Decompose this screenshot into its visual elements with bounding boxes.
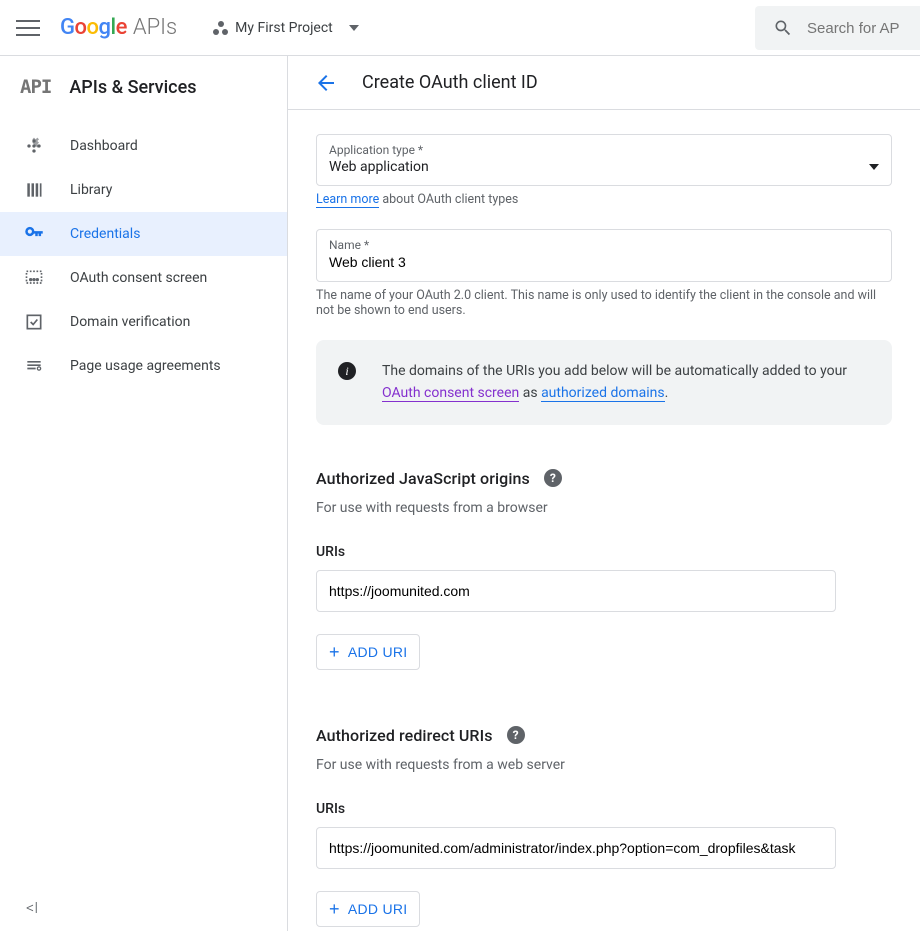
add-redirect-uri-button[interactable]: + ADD URI xyxy=(316,891,420,927)
learn-more-suffix: about OAuth client types xyxy=(379,192,518,207)
app-type-help: Learn more about OAuth client types xyxy=(316,192,892,207)
name-label: Name * xyxy=(329,238,879,252)
chevron-down-icon xyxy=(349,25,359,31)
dashboard-icon xyxy=(22,134,46,158)
sidebar-item-label: Library xyxy=(70,182,112,198)
hamburger-icon[interactable] xyxy=(16,16,40,40)
sidebar-item-label: Page usage agreements xyxy=(70,358,221,374)
sidebar-item-label: Dashboard xyxy=(70,138,138,154)
name-field[interactable]: Name * xyxy=(316,229,892,282)
add-uri-label: ADD URI xyxy=(348,644,408,660)
check-icon xyxy=(22,310,46,334)
key-icon xyxy=(22,222,46,246)
redirect-uris-section: Authorized redirect URIs ? For use with … xyxy=(316,726,892,927)
back-arrow-icon[interactable] xyxy=(314,71,338,95)
project-dots-icon xyxy=(209,19,227,37)
sidebar-item-label: OAuth consent screen xyxy=(70,270,207,286)
js-origins-title: Authorized JavaScript origins xyxy=(316,469,530,488)
name-input[interactable] xyxy=(329,254,879,270)
help-icon[interactable]: ? xyxy=(544,469,562,487)
sidebar-item-page-usage[interactable]: Page usage agreements xyxy=(0,344,287,388)
sidebar-item-dashboard[interactable]: Dashboard xyxy=(0,124,287,168)
name-help: The name of your OAuth 2.0 client. This … xyxy=(316,288,892,318)
info-mid: as xyxy=(519,385,541,401)
collapse-sidebar-button[interactable]: <I xyxy=(0,884,287,931)
search-input[interactable] xyxy=(807,20,907,37)
main-content: Create OAuth client ID Application type … xyxy=(288,56,920,931)
oauth-consent-link[interactable]: OAuth consent screen xyxy=(382,385,519,402)
google-logo-text: Google xyxy=(60,15,127,40)
info-box: i The domains of the URIs you add below … xyxy=(316,340,892,425)
add-js-uri-button[interactable]: + ADD URI xyxy=(316,634,420,670)
page-title: Create OAuth client ID xyxy=(362,72,538,93)
uris-label: URIs xyxy=(316,801,892,817)
sidebar-item-domain-verification[interactable]: Domain verification xyxy=(0,300,287,344)
info-prefix: The domains of the URIs you add below wi… xyxy=(382,363,847,379)
redirect-uris-title: Authorized redirect URIs xyxy=(316,726,493,745)
application-type-value: Web application xyxy=(329,159,429,175)
authorized-domains-link[interactable]: authorized domains xyxy=(541,385,665,402)
search-box[interactable] xyxy=(755,6,920,50)
info-icon: i xyxy=(338,362,356,380)
js-origins-section: Authorized JavaScript origins ? For use … xyxy=(316,469,892,670)
sidebar-item-credentials[interactable]: Credentials xyxy=(0,212,287,256)
uris-label: URIs xyxy=(316,544,892,560)
consent-icon xyxy=(22,266,46,290)
application-type-label: Application type * xyxy=(329,143,879,157)
project-selector[interactable]: My First Project xyxy=(209,19,359,37)
chevron-down-icon xyxy=(869,164,879,170)
project-name: My First Project xyxy=(235,20,333,36)
sidebar-header: API APIs & Services xyxy=(0,56,287,116)
sidebar-title: APIs & Services xyxy=(69,77,196,98)
agreements-icon xyxy=(22,354,46,378)
apis-text: APIs xyxy=(133,15,177,40)
js-origins-sub: For use with requests from a browser xyxy=(316,500,892,516)
learn-more-link[interactable]: Learn more xyxy=(316,192,379,208)
sidebar-item-label: Credentials xyxy=(70,226,140,242)
js-origin-uri-input[interactable] xyxy=(316,570,836,612)
google-apis-logo: Google APIs xyxy=(60,15,177,40)
info-suffix: . xyxy=(665,385,669,401)
api-badge: API xyxy=(20,76,51,98)
main-header: Create OAuth client ID xyxy=(288,56,920,110)
sidebar-item-label: Domain verification xyxy=(70,314,190,330)
top-bar: Google APIs My First Project xyxy=(0,0,920,56)
add-uri-label: ADD URI xyxy=(348,901,408,917)
sidebar: API APIs & Services Dashboard Library Cr… xyxy=(0,56,288,931)
application-type-field[interactable]: Application type * Web application xyxy=(316,134,892,186)
plus-icon: + xyxy=(329,643,340,661)
redirect-uri-input[interactable] xyxy=(316,827,836,869)
info-text: The domains of the URIs you add below wi… xyxy=(382,360,870,405)
sidebar-item-oauth-consent[interactable]: OAuth consent screen xyxy=(0,256,287,300)
plus-icon: + xyxy=(329,900,340,918)
help-icon[interactable]: ? xyxy=(507,726,525,744)
library-icon xyxy=(22,178,46,202)
redirect-uris-sub: For use with requests from a web server xyxy=(316,757,892,773)
nav-list: Dashboard Library Credentials OAuth cons… xyxy=(0,116,287,884)
sidebar-item-library[interactable]: Library xyxy=(0,168,287,212)
search-icon xyxy=(773,18,793,38)
